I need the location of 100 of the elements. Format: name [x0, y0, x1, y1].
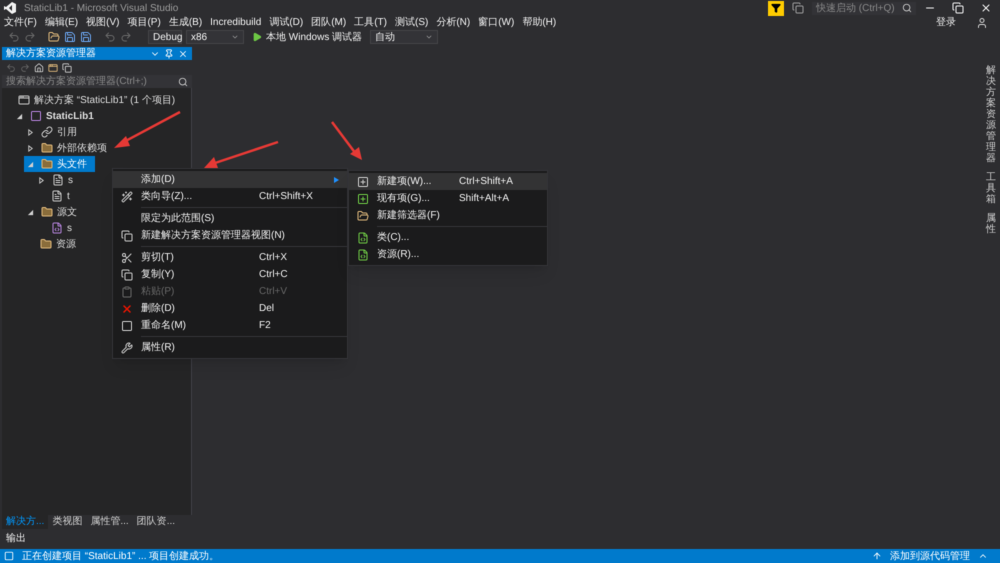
menu-bar-item[interactable]: 窗口(W) [474, 15, 518, 30]
cut-icon [121, 252, 133, 264]
tree-item[interactable]: 源文 [24, 204, 85, 220]
tree-item[interactable]: s [35, 172, 81, 188]
back-icon[interactable] [6, 62, 16, 72]
menu-item[interactable]: 重命名(M) F2 [113, 317, 347, 334]
submenu-arrow-icon [334, 176, 339, 182]
existing-item-icon [357, 192, 369, 204]
menu-item[interactable]: 类(C)... [349, 229, 547, 246]
tree-item[interactable]: 解决方案 “StaticLib1” (1 个项目) [2, 92, 184, 108]
delete-icon [121, 302, 133, 314]
panel-tab[interactable]: 属性管... [86, 514, 133, 529]
collapsed-arrow-icon[interactable] [38, 176, 45, 184]
menu-item[interactable]: 复制(Y) Ctrl+C [113, 266, 347, 283]
project-icon [30, 110, 42, 122]
panel-tab[interactable]: 解决方... [2, 514, 48, 529]
menu-item[interactable]: 剪切(T) Ctrl+X [113, 249, 347, 266]
menu-bar-item[interactable]: 工具(T) [350, 15, 391, 30]
open-icon[interactable] [48, 31, 60, 43]
menu-bar-item[interactable]: 编辑(E) [40, 15, 82, 30]
menu-item[interactable]: 新建筛选器(F) [349, 207, 547, 224]
side-tab[interactable]: 工具箱 [986, 172, 996, 205]
annotation-arrow [330, 120, 364, 162]
caret-icon [231, 33, 239, 41]
restore-button[interactable] [952, 2, 964, 14]
tree-item[interactable]: 引用 [24, 124, 85, 140]
account-icon[interactable] [976, 16, 988, 28]
menu-item[interactable]: 现有项(G)... Shift+Alt+A [349, 190, 547, 207]
menu-bar-item[interactable]: 生成(B) [164, 15, 206, 30]
upload-icon[interactable] [872, 551, 882, 561]
quick-launch-field[interactable]: 快速启动 (Ctrl+Q) [812, 2, 916, 14]
side-tab[interactable]: 解决方案资源管理器 [986, 65, 996, 164]
folder-icon [357, 210, 369, 222]
menu-item[interactable]: 新建解决方案资源管理器视图(N) [113, 227, 347, 244]
references-icon [41, 126, 53, 138]
dropdown[interactable]: Debug [148, 30, 182, 44]
close-button[interactable] [980, 2, 992, 14]
expanded-arrow-icon[interactable] [27, 208, 34, 216]
panel-tab[interactable]: 团队资... [132, 514, 180, 529]
menu-bar-item[interactable]: 帮助(H) [518, 15, 560, 30]
search-field[interactable]: 搜索解决方案资源管理器(Ctrl+;) [2, 75, 192, 88]
status-icon [4, 551, 14, 561]
solution-icon [18, 94, 30, 106]
play-icon [252, 32, 262, 42]
undo-icon[interactable] [104, 31, 116, 43]
menu-item[interactable]: 限定为此范围(S) [113, 210, 347, 227]
menu-bar-item[interactable]: 分析(N) [432, 15, 474, 30]
menu-item[interactable]: 属性(R) [113, 339, 347, 356]
rename-icon [121, 320, 133, 332]
folder-icon [41, 206, 53, 218]
tree-item[interactable]: 资源 [24, 236, 84, 252]
forward-icon[interactable] [20, 62, 30, 72]
home-icon[interactable] [34, 62, 44, 72]
pin-icon[interactable] [164, 48, 174, 58]
expanded-arrow-icon[interactable] [16, 112, 23, 120]
menu-bar-item[interactable]: 测试(S) [390, 15, 432, 30]
feedback-button[interactable] [768, 0, 784, 16]
menu-item[interactable]: 添加(D) [113, 171, 347, 188]
menu-bar-item[interactable]: 文件(F) [0, 15, 41, 30]
caret-icon [425, 33, 434, 41]
sign-in-link[interactable]: 登录 [936, 15, 956, 30]
tree-item[interactable]: 外部依赖项 [24, 140, 115, 156]
copy-icon [121, 268, 133, 280]
new-item-icon [357, 176, 369, 188]
menu-item[interactable]: 新建项(W)... Ctrl+Shift+A [349, 173, 547, 190]
file-icon [52, 174, 64, 186]
tree-item[interactable]: 头文件 [24, 156, 95, 172]
tree-item[interactable]: t [35, 188, 78, 204]
class-icon [357, 248, 369, 260]
tree-item[interactable]: s [35, 220, 80, 236]
folder-icon [40, 238, 52, 250]
menu-bar-item[interactable]: 项目(P) [123, 15, 165, 30]
run-button[interactable]: 本地 Windows 调试器 [248, 30, 366, 44]
save-all-icon[interactable] [80, 31, 92, 43]
redo-icon[interactable] [120, 31, 132, 43]
source-control-button[interactable]: 添加到源代码管理 [890, 548, 970, 563]
menu-item[interactable]: 删除(D) Del [113, 300, 347, 317]
panel-tab[interactable]: 类视图 [48, 514, 86, 529]
output-tab[interactable]: 输出 [2, 531, 192, 546]
switch-views-icon[interactable] [48, 62, 58, 72]
close-icon[interactable] [178, 48, 188, 58]
dropdown[interactable]: x86 [186, 30, 244, 44]
tree-item[interactable]: StaticLib1 [13, 108, 102, 124]
collapsed-arrow-icon[interactable] [27, 128, 34, 136]
back-icon[interactable] [8, 31, 20, 43]
save-icon[interactable] [64, 31, 76, 43]
menu-bar-item[interactable]: 调试(D) [265, 15, 308, 30]
folder-icon [41, 142, 53, 154]
dropdown[interactable]: 自动 [370, 30, 438, 44]
menu-bar-item[interactable]: Incredibuild [206, 15, 266, 30]
forward-icon[interactable] [24, 31, 36, 43]
menu-bar-item[interactable]: 视图(V) [82, 15, 124, 30]
menu-item[interactable]: 类向导(Z)... Ctrl+Shift+X [113, 188, 347, 205]
search-icon [178, 76, 188, 86]
menu-item[interactable]: 资源(R)... [349, 246, 547, 263]
wrench-icon [121, 342, 133, 354]
side-tab[interactable]: 属性 [986, 213, 996, 235]
menu-bar-item[interactable]: 团队(M) [307, 15, 350, 30]
wand-icon [121, 190, 133, 202]
collapsed-arrow-icon[interactable] [27, 144, 34, 152]
